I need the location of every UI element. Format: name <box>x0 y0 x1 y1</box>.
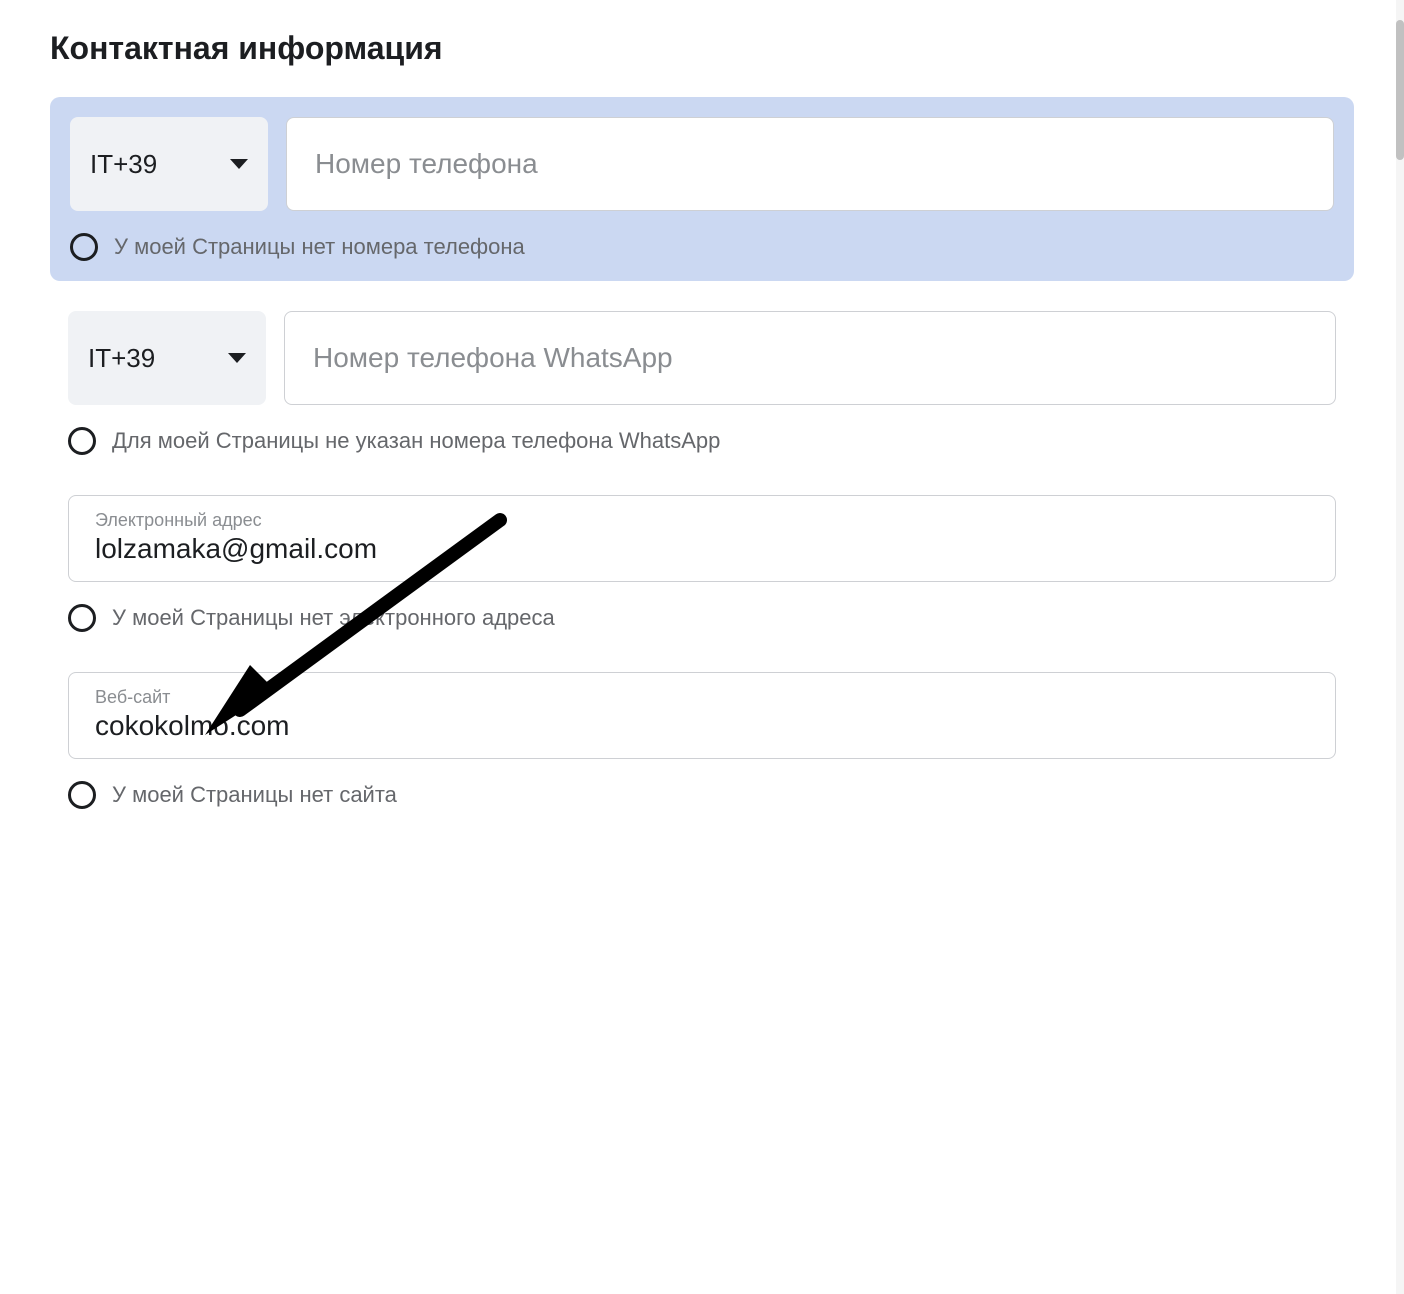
whatsapp-section: IT+39 Для моей Страницы не указан номера… <box>50 311 1354 455</box>
no-whatsapp-label: Для моей Страницы не указан номера телеф… <box>112 428 720 454</box>
phone-input[interactable] <box>286 117 1334 211</box>
chevron-down-icon <box>228 353 246 363</box>
no-website-label: У моей Страницы нет сайта <box>112 782 397 808</box>
website-field-container[interactable]: Веб-сайт <box>68 672 1336 759</box>
phone-section: IT+39 У моей Страницы нет номера телефон… <box>50 97 1354 281</box>
email-input[interactable] <box>95 533 1309 565</box>
phone-country-code: IT+39 <box>90 149 157 180</box>
no-phone-radio[interactable] <box>70 233 98 261</box>
no-website-radio[interactable] <box>68 781 96 809</box>
website-input[interactable] <box>95 710 1309 742</box>
scrollbar-track <box>1396 0 1404 1294</box>
website-section: Веб-сайт У моей Страницы нет сайта <box>50 672 1354 809</box>
email-section: Электронный адрес У моей Страницы нет эл… <box>50 495 1354 632</box>
no-email-radio[interactable] <box>68 604 96 632</box>
whatsapp-country-code: IT+39 <box>88 343 155 374</box>
phone-country-select[interactable]: IT+39 <box>70 117 268 211</box>
section-heading: Контактная информация <box>50 30 1354 67</box>
whatsapp-country-select[interactable]: IT+39 <box>68 311 266 405</box>
website-label: Веб-сайт <box>95 687 1309 708</box>
no-phone-label: У моей Страницы нет номера телефона <box>114 234 525 260</box>
whatsapp-input[interactable] <box>284 311 1336 405</box>
no-whatsapp-radio[interactable] <box>68 427 96 455</box>
no-email-label: У моей Страницы нет электронного адреса <box>112 605 555 631</box>
email-field-container[interactable]: Электронный адрес <box>68 495 1336 582</box>
chevron-down-icon <box>230 159 248 169</box>
email-label: Электронный адрес <box>95 510 1309 531</box>
scrollbar-thumb[interactable] <box>1396 20 1404 160</box>
